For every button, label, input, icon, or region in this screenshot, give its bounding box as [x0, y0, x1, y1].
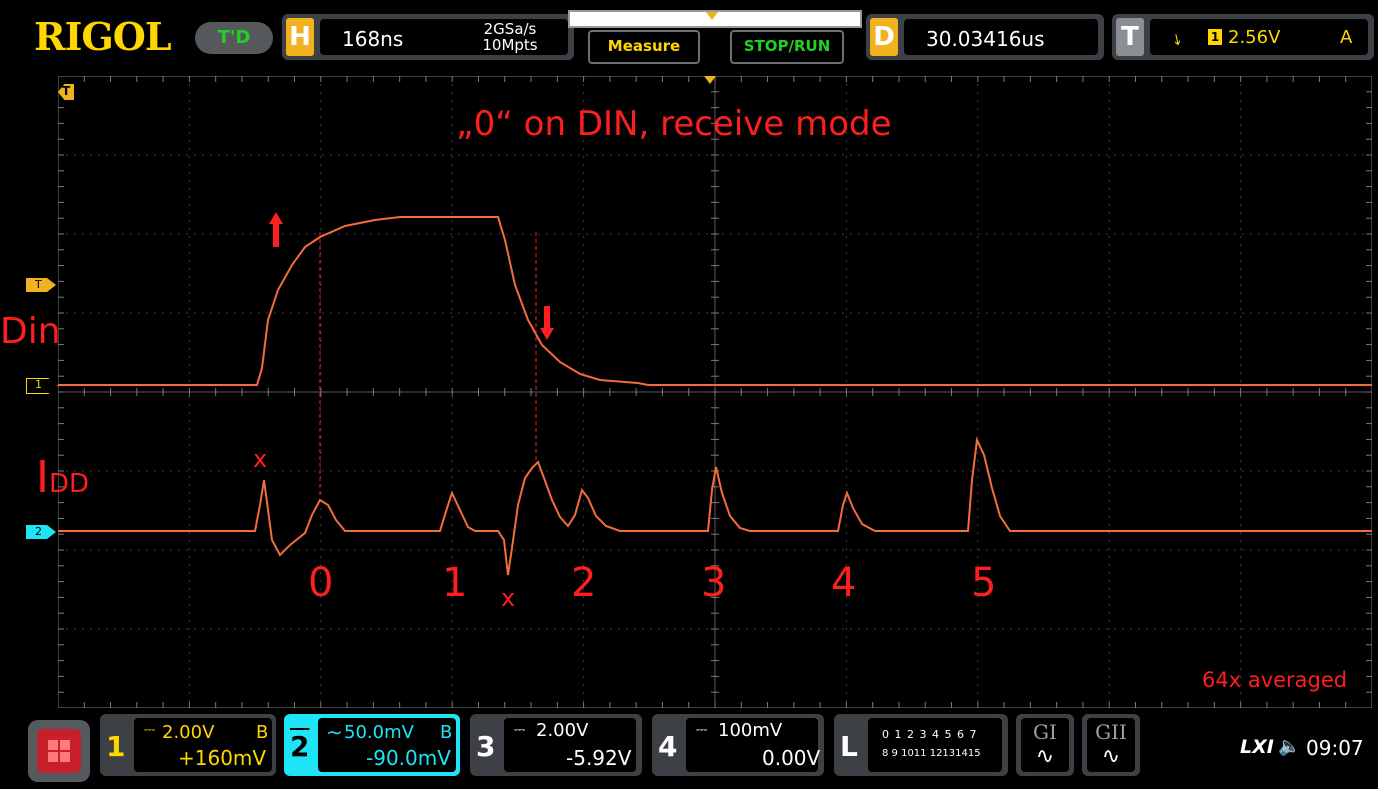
trigger-status-badge[interactable]: T'D: [195, 22, 273, 54]
muted-speaker-icon[interactable]: 🔈: [1278, 736, 1300, 757]
grid-icon: [48, 740, 58, 750]
pulse-number-1: 1: [442, 560, 468, 606]
pulse-number-5: 5: [971, 560, 997, 606]
ch4-offset: 0.00V: [762, 746, 821, 770]
din-label: Din: [0, 311, 61, 352]
ch3-number: 3: [476, 730, 496, 763]
down-arrow-icon: [540, 306, 554, 340]
trigger-source-icon: 1: [1208, 29, 1222, 45]
spike-marker-x1: x: [253, 445, 268, 473]
ch2-offset-label: 2: [35, 525, 42, 538]
logic-channels-row2: 8 9 1011 12131415: [882, 748, 981, 759]
ch1-offset-marker[interactable]: [26, 378, 58, 394]
generator-2-label: GII: [1095, 720, 1127, 744]
annotation-title: „0“ on DIN, receive mode: [456, 104, 892, 144]
ch4-scale: 100mV: [718, 720, 783, 741]
dc-coupling-icon: ⎓: [144, 722, 156, 738]
waveform-grid[interactable]: [58, 76, 1372, 708]
ch2-bw-limit: B: [440, 722, 453, 743]
stop-run-button[interactable]: STOP/RUN: [730, 30, 844, 64]
menu-button[interactable]: [28, 720, 90, 782]
trigger-key[interactable]: T: [1116, 18, 1144, 56]
generator-2-button[interactable]: GII ∿: [1082, 714, 1140, 776]
logic-key: L: [840, 730, 858, 763]
ch3-settings[interactable]: 3 ⎓ 2.00V -5.92V: [470, 714, 642, 776]
ch1-offset-label: 1: [35, 378, 42, 391]
generator-1-button[interactable]: GI ∿: [1016, 714, 1074, 776]
delay-value: 30.03416us: [926, 27, 1045, 51]
spike-marker-x2: x: [501, 584, 516, 612]
sine-wave-icon: ∿: [1035, 744, 1055, 769]
ch2-settings[interactable]: 2 ∼ 50.0mV B -90.0mV: [284, 714, 460, 776]
timebase-value: 168ns: [342, 27, 404, 51]
horizontal-panel[interactable]: H 168ns 2GSa/s 10Mpts: [282, 14, 574, 60]
generator-1-label: GI: [1033, 720, 1057, 744]
trigger-level: 2.56V: [1228, 27, 1281, 48]
ac-coupling-icon: ∼: [326, 720, 343, 744]
rigol-logo: RIGOL: [34, 14, 172, 59]
rising-edge-icon: ⭏: [1174, 26, 1181, 50]
logic-analyzer-settings[interactable]: L 0 1 2 3 4 5 6 7 8 9 1011 12131415: [834, 714, 1008, 776]
memory-position-marker: [706, 12, 718, 20]
memory-position-bar[interactable]: [568, 10, 862, 28]
dc-coupling-icon: ⎓: [696, 722, 708, 738]
sample-rate: 2GSa/s: [483, 20, 537, 38]
ch1-scale: 2.00V: [162, 722, 215, 743]
sine-wave-icon: ∿: [1101, 744, 1121, 769]
pulse-number-0: 0: [308, 560, 334, 606]
ch2-scale: 50.0mV: [344, 722, 414, 743]
lxi-logo: LXI: [1240, 736, 1274, 758]
channel-bar: 1 ⎓ 2.00V B +160mV 2 ∼ 50.0mV B -90.0mV …: [0, 714, 1378, 789]
up-arrow-icon: [269, 212, 283, 247]
ch2-offset: -90.0mV: [366, 746, 451, 770]
trigger-position-label: T: [62, 84, 71, 98]
top-status-bar: RIGOL T'D H 168ns 2GSa/s 10Mpts Measure …: [0, 0, 1378, 70]
ch1-offset: +160mV: [178, 746, 267, 770]
ch4-number: 4: [658, 730, 678, 763]
delay-panel[interactable]: D 30.03416us: [866, 14, 1104, 60]
averaging-note: 64x averaged: [1202, 668, 1348, 692]
ch3-offset: -5.92V: [566, 746, 632, 770]
ch2-number: 2: [290, 730, 310, 763]
pulse-number-2: 2: [571, 560, 597, 606]
ch4-settings[interactable]: 4 ⎓ 100mV 0.00V: [652, 714, 824, 776]
trigger-panel[interactable]: T ⭏ 1 2.56V A: [1112, 14, 1374, 60]
horizontal-key[interactable]: H: [286, 18, 314, 56]
ch3-scale: 2.00V: [536, 720, 589, 741]
idd-label: IDD: [36, 452, 90, 503]
pulse-number-4: 4: [831, 560, 857, 606]
ch1-settings[interactable]: 1 ⎓ 2.00V B +160mV: [100, 714, 276, 776]
pulse-number-3: 3: [701, 560, 727, 606]
memory-depth: 10Mpts: [482, 36, 538, 54]
trigger-mode: A: [1340, 27, 1353, 48]
dc-coupling-icon: ⎓: [514, 722, 526, 738]
trigger-top-marker: [704, 76, 716, 84]
delay-key[interactable]: D: [870, 18, 898, 56]
measure-button[interactable]: Measure: [588, 30, 700, 64]
ch1-bw-limit: B: [256, 722, 269, 743]
ch1-number: 1: [106, 730, 126, 763]
trigger-level-label: T: [35, 278, 42, 291]
clock-time: 09:07: [1306, 736, 1364, 760]
logic-channels-row1: 0 1 2 3 4 5 6 7: [882, 728, 978, 741]
